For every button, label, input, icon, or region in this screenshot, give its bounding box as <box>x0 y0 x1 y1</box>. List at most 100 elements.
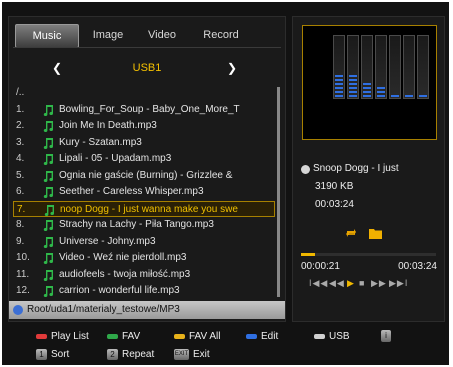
stop-icon[interactable]: ■ <box>359 278 365 288</box>
equalizer-segment <box>363 87 371 89</box>
music-note-icon <box>43 121 53 132</box>
file-row[interactable]: 8. Strachy na Lachy - Piła Tango.mp3 <box>13 217 275 234</box>
playback-mode-icons <box>345 227 385 243</box>
file-row-number: 3. <box>16 136 25 148</box>
path-bar: Root/uda1/materialy_testowe/MP3 <box>9 301 285 319</box>
tab-record[interactable]: Record <box>191 24 251 46</box>
file-name: Video - Weź nie pierdoll.mp3 <box>59 252 187 263</box>
progress-fill <box>301 253 315 256</box>
music-note-icon <box>43 253 53 264</box>
equalizer-segment <box>335 87 343 89</box>
tab-image[interactable]: Image <box>83 24 133 46</box>
file-name: Bowling_For_Soup - Baby_One_More_T <box>59 103 240 115</box>
tab-divider <box>13 47 281 48</box>
legend-edit-label: Edit <box>261 331 279 342</box>
source-prev-arrow-icon[interactable]: ❮ <box>52 61 62 75</box>
exit-key-icon: EXIT <box>174 349 189 360</box>
repeat-icon[interactable] <box>345 227 357 239</box>
blue-key-icon <box>246 334 257 339</box>
red-key-icon <box>36 334 47 339</box>
file-row[interactable]: 12. carrion - wonderful life.mp3 <box>13 283 275 300</box>
file-row-number: 9. <box>16 235 25 247</box>
equalizer-segment <box>349 75 357 77</box>
track-size: 3190 KB <box>315 181 354 192</box>
file-row[interactable]: 6. Seether - Careless Whisper.mp3 <box>13 184 275 201</box>
equalizer-segment <box>405 95 413 97</box>
previous-track-icon[interactable]: I◀◀ <box>309 278 328 289</box>
music-note-icon <box>43 154 53 165</box>
music-note-icon <box>43 187 53 198</box>
file-row[interactable]: 5. Ognia nie gaście (Burning) - Grizzlee … <box>13 168 275 185</box>
source-selector: ❮ USB1 ❯ <box>9 61 285 77</box>
file-row[interactable]: 10. Video - Weź nie pierdoll.mp3 <box>13 250 275 267</box>
file-name: Seether - Careless Whisper.mp3 <box>59 186 204 197</box>
folder-path-icon <box>13 305 23 315</box>
file-row-selected[interactable]: 7. noop Dogg - I just wanna make you swe <box>13 200 275 217</box>
white-key-icon <box>314 334 325 339</box>
file-list-scrollbar[interactable] <box>277 87 280 297</box>
file-row-number: /.. <box>16 87 25 98</box>
playback-progress-bar[interactable] <box>301 253 436 256</box>
equalizer-segment <box>349 79 357 81</box>
equalizer-visualizer <box>302 25 437 140</box>
yellow-key-icon <box>174 334 185 339</box>
file-row[interactable]: 3. Kury - Szatan.mp3 <box>13 135 275 152</box>
key-1-icon: 1 <box>36 349 47 360</box>
equalizer-segment <box>363 95 371 97</box>
equalizer-bar <box>403 35 415 99</box>
equalizer-segment <box>349 95 357 97</box>
equalizer-bar <box>361 35 373 99</box>
rewind-icon[interactable]: ◀◀ <box>329 278 345 289</box>
file-name: Universe - Johny.mp3 <box>59 235 156 247</box>
tab-music[interactable]: Music <box>15 24 79 48</box>
play-icon[interactable]: ▶ <box>347 278 355 289</box>
file-row[interactable]: 2. Join Me In Death.mp3 <box>13 118 275 135</box>
path-text: Root/uda1/materialy_testowe/MP3 <box>27 304 180 315</box>
legend-fav-label: FAV <box>122 331 141 342</box>
track-title: Snoop Dogg - I just <box>313 163 399 174</box>
source-next-arrow-icon[interactable]: ❯ <box>227 61 237 75</box>
file-name: Strachy na Lachy - Piła Tango.mp3 <box>59 219 214 230</box>
file-row[interactable]: /.. <box>13 85 275 102</box>
legend-exit-label: Exit <box>193 349 210 360</box>
equalizer-segment <box>349 87 357 89</box>
legend-sort-label: Sort <box>51 349 70 360</box>
music-note-icon <box>43 170 53 182</box>
file-row-number: 5. <box>16 169 25 181</box>
key-2-icon: 2 <box>107 349 118 360</box>
file-name: Ognia nie gaście (Burning) - Grizzlee & <box>59 169 233 181</box>
fast-forward-icon[interactable]: ▶▶ <box>371 278 387 289</box>
file-row-number: 7. <box>17 203 26 215</box>
green-key-icon <box>107 334 118 339</box>
file-row-number: 6. <box>16 186 25 197</box>
equalizer-segment <box>349 91 357 93</box>
file-row-number: 8. <box>16 219 25 230</box>
file-row[interactable]: 11. audiofeels - twoja miłość.mp3 <box>13 267 275 284</box>
now-playing-panel: Snoop Dogg - I just 3190 KB 00:03:24 00:… <box>292 16 445 322</box>
file-row[interactable]: 4. Lipali - 05 - Upadam.mp3 <box>13 151 275 168</box>
file-row[interactable]: 9. Universe - Johny.mp3 <box>13 234 275 251</box>
scrollbar-thumb[interactable] <box>277 87 280 297</box>
equalizer-segment <box>335 91 343 93</box>
legend-usb-label: USB <box>329 331 350 342</box>
equalizer-segment <box>335 83 343 85</box>
file-name: noop Dogg - I just wanna make you swe <box>60 203 238 215</box>
file-name: Join Me In Death.mp3 <box>59 120 157 131</box>
disc-icon <box>301 165 310 174</box>
equalizer-segment <box>363 91 371 93</box>
file-name: audiofeels - twoja miłość.mp3 <box>59 268 191 280</box>
info-key-icon[interactable]: i <box>381 330 391 342</box>
equalizer-bar <box>375 35 387 99</box>
equalizer-segment <box>363 83 371 85</box>
file-row[interactable]: 1. Bowling_For_Soup - Baby_One_More_T <box>13 102 275 119</box>
source-label: USB1 <box>132 62 162 74</box>
elapsed-time: 00:00:21 <box>301 261 340 272</box>
media-tabs: Music Image Video Record <box>13 21 281 48</box>
equalizer-bar <box>333 35 345 99</box>
folder-icon[interactable] <box>369 227 382 239</box>
next-track-icon[interactable]: ▶▶I <box>389 278 408 289</box>
total-time: 00:03:24 <box>398 261 437 272</box>
file-list: /.. 1. Bowling_For_Soup - Baby_One_More_T 2… <box>13 85 275 300</box>
equalizer-bar <box>417 35 429 99</box>
tab-video[interactable]: Video <box>137 24 187 46</box>
